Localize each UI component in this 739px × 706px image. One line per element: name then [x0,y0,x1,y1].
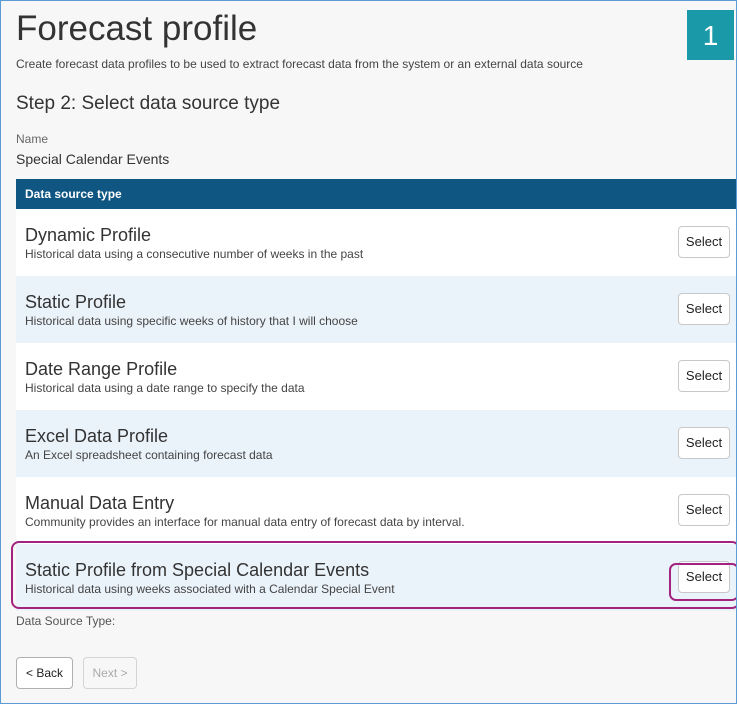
row-description: Historical data using a consecutive numb… [25,247,364,261]
row-description: Community provides an interface for manu… [25,515,465,529]
select-static-profile-button[interactable]: Select [678,293,730,325]
page-title: Forecast profile [16,9,258,48]
back-button[interactable]: < Back [16,657,73,689]
data-source-type-list: Dynamic Profile Historical data using a … [16,209,736,611]
row-title: Static Profile from Special Calendar Eve… [25,560,370,580]
select-excel-data-profile-button[interactable]: Select [678,427,730,459]
data-source-row-excel-data-profile: Excel Data Profile An Excel spreadsheet … [16,410,736,477]
name-label: Name [16,132,49,146]
row-title: Dynamic Profile [25,225,152,245]
data-source-row-manual-data-entry: Manual Data Entry Community provides an … [16,477,736,544]
select-dynamic-profile-button[interactable]: Select [678,226,730,258]
row-description: An Excel spreadsheet containing forecast… [25,448,273,462]
name-value: Special Calendar Events [16,151,170,167]
data-source-row-dynamic-profile: Dynamic Profile Historical data using a … [16,209,736,276]
row-title: Excel Data Profile [25,426,169,446]
row-title: Manual Data Entry [25,493,175,513]
forecast-profile-panel: Forecast profile Create forecast data pr… [0,0,737,704]
data-source-row-special-calendar-events: Static Profile from Special Calendar Eve… [16,544,736,611]
step-badge: 1 [687,10,734,60]
row-title: Date Range Profile [25,359,178,379]
select-manual-data-entry-button[interactable]: Select [678,494,730,526]
data-source-row-static-profile: Static Profile Historical data using spe… [16,276,736,343]
data-source-row-date-range-profile: Date Range Profile Historical data using… [16,343,736,410]
next-button[interactable]: Next > [83,657,137,689]
select-date-range-profile-button[interactable]: Select [678,360,730,392]
row-description: Historical data using specific weeks of … [25,314,358,328]
data-source-type-label: Data Source Type: [16,614,116,628]
row-description: Historical data using a date range to sp… [25,381,305,395]
row-title: Static Profile [25,292,127,312]
row-description: Historical data using weeks associated w… [25,582,395,596]
data-source-type-header: Data source type [16,179,736,209]
select-special-calendar-events-button[interactable]: Select [678,561,730,593]
page-subtitle: Create forecast data profiles to be used… [16,57,583,71]
step-title: Step 2: Select data source type [16,93,281,114]
